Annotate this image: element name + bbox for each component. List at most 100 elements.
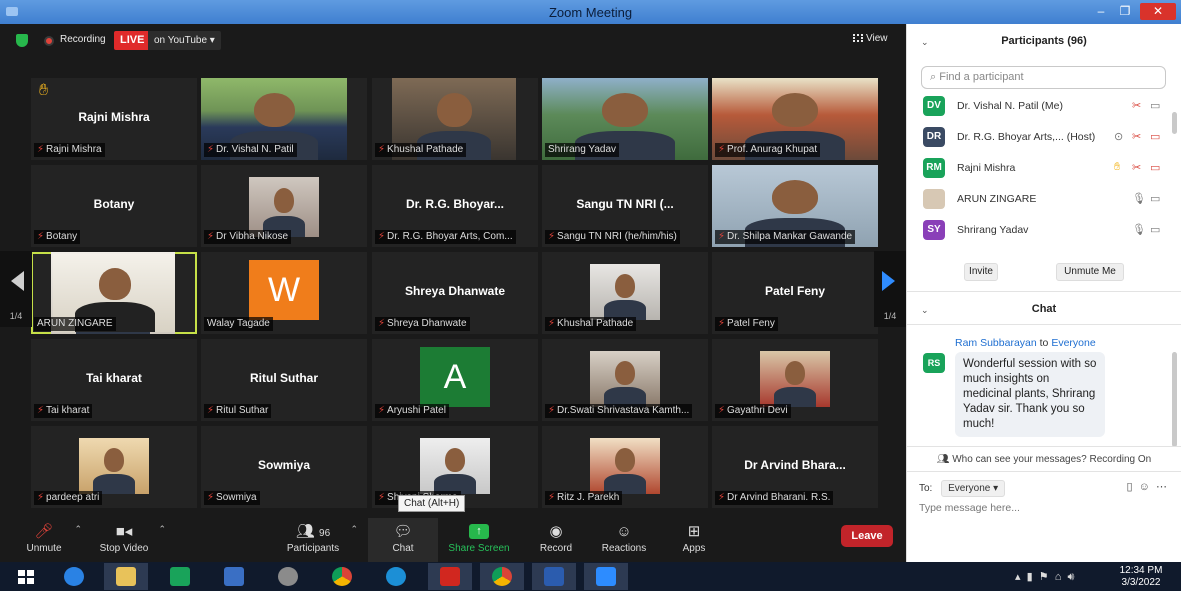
message-visibility-notice[interactable]: 👥︎ Who can see your messages? Recording … <box>907 454 1181 465</box>
previous-page-button[interactable]: 1/4 <box>0 251 32 327</box>
participant-tile[interactable]: ARUN ZINGARE <box>31 252 197 334</box>
start-button[interactable] <box>4 563 48 590</box>
participants-scrollbar[interactable] <box>1172 112 1177 134</box>
unmute-button[interactable]: 🎤︎ ⌃ Unmute <box>20 518 82 562</box>
taskbar-security[interactable] <box>266 563 310 590</box>
participant-tile[interactable]: ⚡︎ Khushal Pathade <box>542 252 708 334</box>
participant-tile[interactable]: W Walay Tagade <box>201 252 367 334</box>
system-tray[interactable]: ▴ ▮ ⚑ ⌂ 🔊︎ <box>1015 570 1074 584</box>
more-options-icon[interactable]: ⋯ <box>1156 481 1167 493</box>
store-icon <box>170 567 190 586</box>
participant-tile[interactable]: Patel Feny ⚡︎ Patel Feny <box>712 252 878 334</box>
clock-time: 12:34 PM <box>1119 565 1163 576</box>
view-button[interactable]: View <box>853 33 888 44</box>
next-page-button[interactable]: 1/4 <box>874 251 906 327</box>
participant-tile[interactable]: ✋︎ Rajni Mishra ⚡︎ Rajni Mishra <box>31 78 197 160</box>
file-icon[interactable]: ▯ <box>1126 481 1132 493</box>
chat-button[interactable]: 💬︎ Chat <box>368 518 438 562</box>
taskbar-explorer[interactable] <box>104 563 148 590</box>
record-button[interactable]: ◉ Record <box>536 518 576 562</box>
share-screen-button[interactable]: ↑ Share Screen <box>446 518 512 562</box>
participant-row[interactable]: DR Dr. R.G. Bhoyar Arts,... (Host) ⊙ ✂︎ ▭ <box>923 127 1168 149</box>
participant-tile[interactable]: ⚡︎ pardeep atri <box>31 426 197 508</box>
participant-tile[interactable]: A ⚡︎ Aryushi Patel <box>372 339 538 421</box>
emoji-icon[interactable]: ☺ <box>1139 481 1150 493</box>
chat-message: Wonderful session with so much insights … <box>955 352 1105 437</box>
taskbar-app[interactable] <box>212 563 256 590</box>
security-shield-icon[interactable] <box>16 34 28 47</box>
participant-name: Dr. Shilpa Mankar Gawande <box>727 231 853 242</box>
participant-tile[interactable]: ⚡︎ Khushal Pathade <box>372 78 538 160</box>
participant-tile[interactable]: Shreya Dhanwate ⚡︎ Shreya Dhanwate <box>372 252 538 334</box>
participant-row-name: Rajni Mishra <box>957 162 1016 174</box>
leave-button[interactable]: Leave <box>841 525 893 547</box>
recording-label[interactable]: Recording <box>60 34 106 45</box>
record-label: Record <box>539 543 573 554</box>
taskbar-zoom[interactable] <box>584 563 628 590</box>
taskbar-chrome[interactable] <box>320 563 364 590</box>
reactions-button[interactable]: ☺ Reactions <box>598 518 650 562</box>
recipient-select[interactable]: Everyone ▾ <box>941 480 1006 497</box>
participant-tile[interactable]: ⚡︎ Prof. Anurag Khupat <box>712 78 878 160</box>
participant-name-label: ⚡︎ Gayathri Devi <box>715 404 791 418</box>
participant-row[interactable]: RM Rajni Mishra ✋︎ ✂︎ ▭ <box>923 158 1168 180</box>
participant-tile[interactable]: ⚡︎ Gayathri Devi <box>712 339 878 421</box>
chevron-up-icon[interactable]: ⌃ <box>350 524 358 535</box>
participant-row[interactable]: DV Dr. Vishal N. Patil (Me) ✂︎ ▭ <box>923 96 1168 118</box>
participant-tile[interactable]: Ritul Suthar ⚡︎ Ritul Suthar <box>201 339 367 421</box>
participant-display-name: Tai kharat <box>86 371 142 385</box>
participant-row-name: Shrirang Yadav <box>957 224 1029 236</box>
participant-tile[interactable]: Botany ⚡︎ Botany <box>31 165 197 247</box>
participant-face <box>615 448 635 472</box>
chevron-up-icon[interactable]: ⌃ <box>74 524 82 535</box>
participant-tile[interactable]: ⚡︎ Dr Vibha Nikose <box>201 165 367 247</box>
chat-tooltip: Chat (Alt+H) <box>398 495 466 512</box>
microphone-muted-icon: 🎤︎ <box>34 523 54 540</box>
chat-sender[interactable]: Ram Subbarayan <box>955 337 1037 349</box>
maximize-button[interactable]: ❐ <box>1114 3 1136 20</box>
taskbar-word[interactable] <box>532 563 576 590</box>
panel-divider <box>907 324 1181 325</box>
participant-tile[interactable]: Dr. R.G. Bhoyar... ⚡︎ Dr. R.G. Bhoyar Arts… <box>372 165 538 247</box>
panel-divider <box>907 291 1181 292</box>
taskbar-clock[interactable]: 12:34 PM 3/3/2022 <box>1108 565 1174 589</box>
side-panel: ⌄ Participants (96) ⌕ Find a participant… <box>906 24 1181 562</box>
file-explorer-icon <box>116 567 136 586</box>
participant-name-label: ⚡︎ Dr. R.G. Bhoyar Arts, Com... <box>375 230 516 244</box>
taskbar-edge[interactable] <box>374 563 418 590</box>
participant-tile[interactable]: ⚡︎ Dr. Vishal N. Patil <box>201 78 367 160</box>
taskbar-store[interactable] <box>158 563 202 590</box>
participants-button[interactable]: 👥︎ 96 ⌃ Participants <box>282 518 358 562</box>
muted-microphone-icon: ⚡︎ <box>378 405 386 416</box>
unmute-me-button[interactable]: Unmute Me <box>1056 263 1124 281</box>
youtube-stream-dropdown[interactable]: on YouTube ▾ <box>148 31 221 50</box>
taskbar-chrome-profile[interactable] <box>480 563 524 590</box>
participant-row[interactable]: SY Shrirang Yadav 🎙︎ ▭ <box>923 220 1168 242</box>
stop-video-button[interactable]: ■◂ ⌃ Stop Video <box>96 518 166 562</box>
participant-tile[interactable]: Dr Arvind Bhara... ⚡︎ Dr Arvind Bharani. R… <box>712 426 878 508</box>
invite-button[interactable]: Invite <box>964 263 998 281</box>
muted-microphone-icon: ⚡︎ <box>207 144 215 155</box>
chat-message-input[interactable]: Type message here... <box>919 502 1020 514</box>
chat-scrollbar[interactable] <box>1172 352 1177 447</box>
chevron-up-icon[interactable]: ⌃ <box>158 524 166 535</box>
search-icon: ⌕ <box>930 71 940 83</box>
minimize-button[interactable]: – <box>1090 3 1112 20</box>
participant-tile[interactable]: ⚡︎ Dr.Swati Shrivastava Kamth... <box>542 339 708 421</box>
close-button[interactable]: ✕ <box>1140 3 1176 20</box>
participant-tile[interactable]: Tai kharat ⚡︎ Tai kharat <box>31 339 197 421</box>
participant-tile[interactable]: Shrirang Yadav <box>542 78 708 160</box>
chat-recipient[interactable]: Everyone <box>1051 337 1095 349</box>
participant-display-name: Botany <box>93 197 135 211</box>
participant-tile[interactable]: ⚡︎ Ritz J. Parekh <box>542 426 708 508</box>
find-participant-input[interactable]: ⌕ Find a participant <box>921 66 1166 89</box>
participant-tile[interactable]: ⚡︎ Dr. Shilpa Mankar Gawande <box>712 165 878 247</box>
apps-button[interactable]: ⊞ Apps <box>676 518 712 562</box>
taskbar-ie[interactable] <box>52 563 96 590</box>
muted-microphone-icon: ⚡︎ <box>718 405 726 416</box>
taskbar-acrobat[interactable] <box>428 563 472 590</box>
participant-tile[interactable]: Sangu TN NRI (... ⚡︎ Sangu TN NRI (he/him/… <box>542 165 708 247</box>
participant-row[interactable]: ARUN ZINGARE 🎙︎ ▭ <box>923 189 1168 211</box>
participant-tile[interactable]: Sowmiya ⚡︎ Sowmiya <box>201 426 367 508</box>
participant-name-label: ⚡︎ Dr.Swati Shrivastava Kamth... <box>545 404 693 418</box>
